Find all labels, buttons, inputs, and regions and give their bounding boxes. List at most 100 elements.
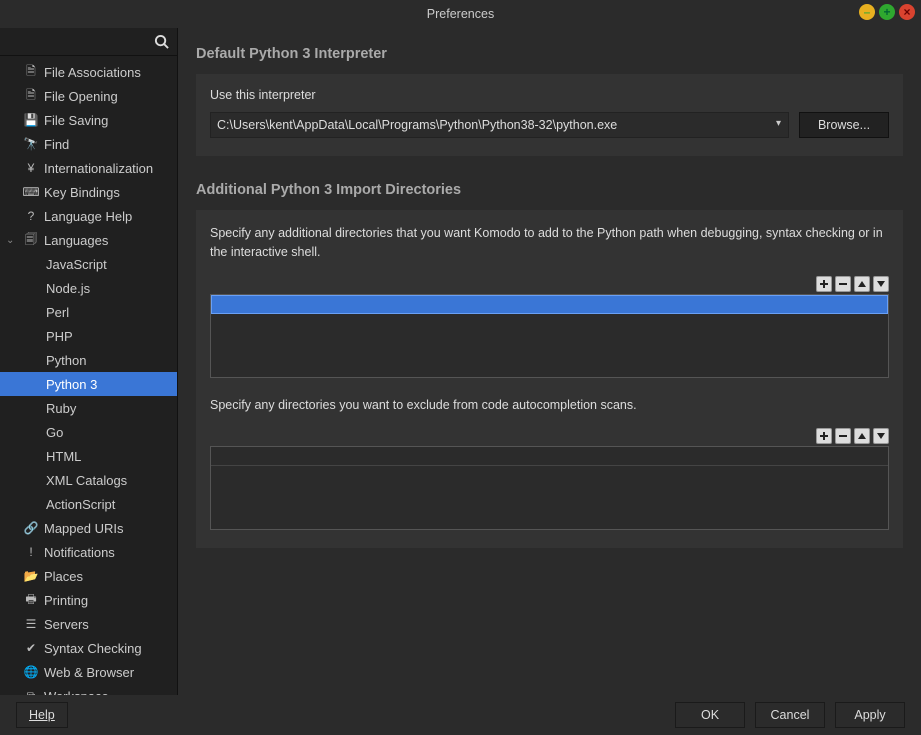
sidebar-item-html[interactable]: HTML (0, 444, 177, 468)
sidebar-item-ruby[interactable]: Ruby (0, 396, 177, 420)
check-icon: ✔ (24, 641, 38, 655)
sidebar-item-label: File Associations (44, 65, 141, 80)
include-add-button[interactable] (816, 276, 832, 292)
sidebar-item-label: Notifications (44, 545, 115, 560)
sidebar-item-node-js[interactable]: Node.js (0, 276, 177, 300)
content-pane: Default Python 3 Interpreter Use this in… (178, 28, 921, 695)
sidebar-item-javascript[interactable]: JavaScript (0, 252, 177, 276)
sidebar-item-workspace[interactable]: ⧉Workspace (0, 684, 177, 695)
sidebar-item-python[interactable]: Python (0, 348, 177, 372)
interpreter-row: ▾ Browse... (210, 112, 889, 138)
include-toolbar (210, 276, 889, 292)
binoculars-icon: 🔭 (24, 137, 38, 151)
dirs-panel: Specify any additional directories that … (196, 210, 903, 548)
sidebar-item-go[interactable]: Go (0, 420, 177, 444)
list-row-selected[interactable] (211, 295, 888, 314)
sidebar-item-label: Languages (44, 233, 108, 248)
sidebar-item-php[interactable]: PHP (0, 324, 177, 348)
question-icon: ? (24, 209, 38, 223)
sidebar-item-web-browser[interactable]: 🌐 Web & Browser (0, 660, 177, 684)
interpreter-label: Use this interpreter (210, 88, 889, 102)
list-row[interactable] (211, 447, 888, 466)
include-desc: Specify any additional directories that … (210, 224, 889, 262)
sidebar-item-notifications[interactable]: ! Notifications (0, 540, 177, 564)
exclude-desc: Specify any directories you want to excl… (210, 396, 889, 415)
sidebar-item-mapped-uris[interactable]: 🔗 Mapped URIs (0, 516, 177, 540)
sidebar-item-label: Python 3 (46, 377, 97, 392)
sidebar-item-perl[interactable]: Perl (0, 300, 177, 324)
ok-button[interactable]: OK (675, 702, 745, 728)
sidebar-item-actionscript[interactable]: ActionScript (0, 492, 177, 516)
titlebar: Preferences – + × (0, 0, 921, 28)
expand-caret-icon: ⌄ (6, 235, 14, 246)
sidebar-item-places[interactable]: 📂Places (0, 564, 177, 588)
languages-icon: 🗐 (24, 230, 38, 251)
sidebar-item-label: Printing (44, 593, 88, 608)
sidebar-item-label: Web & Browser (44, 665, 134, 680)
sidebar-item-label: Places (44, 569, 83, 584)
sidebar-item-label: JavaScript (46, 257, 107, 272)
maximize-button[interactable]: + (879, 4, 895, 20)
file-assoc-icon: 🗎 (24, 62, 38, 83)
sidebar-item-file-opening[interactable]: 🗎 File Opening (0, 84, 177, 108)
sidebar-search[interactable] (0, 28, 177, 56)
sidebar-item-languages[interactable]: ⌄ 🗐 Languages (0, 228, 177, 252)
sidebar-item-label: File Opening (44, 89, 118, 104)
include-down-button[interactable] (873, 276, 889, 292)
browse-button[interactable]: Browse... (799, 112, 889, 138)
sidebar-item-label: XML Catalogs (46, 473, 127, 488)
exclude-down-button[interactable] (873, 428, 889, 444)
alert-icon: ! (24, 545, 38, 559)
exclude-dirs-list[interactable] (210, 446, 889, 530)
sidebar-item-label: Go (46, 425, 63, 440)
interpreter-panel: Use this interpreter ▾ Browse... (196, 74, 903, 156)
sidebar-item-servers[interactable]: ☰ Servers (0, 612, 177, 636)
sidebar-item-key-bindings[interactable]: ⌨ Key Bindings (0, 180, 177, 204)
sidebar-item-find[interactable]: 🔭 Find (0, 132, 177, 156)
minimize-button[interactable]: – (859, 4, 875, 20)
sidebar-item-label: Internationalization (44, 161, 153, 176)
sidebar-item-language-help[interactable]: ?Language Help (0, 204, 177, 228)
link-icon: 🔗 (24, 521, 38, 535)
printer-icon: 🖶 (24, 590, 38, 611)
cancel-button[interactable]: Cancel (755, 702, 825, 728)
exclude-remove-button[interactable] (835, 428, 851, 444)
sidebar-item-label: Mapped URIs (44, 521, 123, 536)
search-icon (154, 34, 169, 49)
interpreter-combo[interactable]: ▾ (210, 112, 789, 138)
sidebar-item-label: Key Bindings (44, 185, 120, 200)
file-open-icon: 🗎 (24, 86, 38, 107)
sidebar-item-xml-catalogs[interactable]: XML Catalogs (0, 468, 177, 492)
sidebar-item-label: Servers (44, 617, 89, 632)
apply-button[interactable]: Apply (835, 702, 905, 728)
sidebar-item-file-associations[interactable]: 🗎 File Associations (0, 60, 177, 84)
help-button[interactable]: Help (16, 702, 68, 728)
globe-icon: 🌐 (24, 665, 38, 679)
close-button[interactable]: × (899, 4, 915, 20)
interpreter-heading: Default Python 3 Interpreter (196, 46, 903, 62)
servers-icon: ☰ (24, 617, 38, 631)
window-title: Preferences (427, 7, 494, 21)
sidebar-item-file-saving[interactable]: 💾File Saving (0, 108, 177, 132)
sidebar-item-printing[interactable]: 🖶 Printing (0, 588, 177, 612)
sidebar-item-syntax-checking[interactable]: ✔ Syntax Checking (0, 636, 177, 660)
sidebar-item-label: Ruby (46, 401, 76, 416)
sidebar-item-label: HTML (46, 449, 81, 464)
sidebar-item-label: PHP (46, 329, 73, 344)
include-dirs-list[interactable] (210, 294, 889, 378)
sidebar-item-python-3[interactable]: Python 3 (0, 372, 177, 396)
save-icon: 💾 (24, 113, 38, 127)
category-tree[interactable]: 🗎 File Associations 🗎 File Opening 💾File Sav… (0, 56, 177, 695)
preferences-window: Preferences – + × 🗎 File Associations 🗎 Fil… (0, 0, 921, 735)
include-remove-button[interactable] (835, 276, 851, 292)
exclude-up-button[interactable] (854, 428, 870, 444)
include-up-button[interactable] (854, 276, 870, 292)
interpreter-input[interactable] (210, 112, 789, 138)
sidebar-item-internationalization[interactable]: ¥Internationalization (0, 156, 177, 180)
sidebar-item-label: Find (44, 137, 69, 152)
sidebar-item-label: Syntax Checking (44, 641, 142, 656)
sidebar: 🗎 File Associations 🗎 File Opening 💾File Sav… (0, 28, 178, 695)
exclude-add-button[interactable] (816, 428, 832, 444)
keyboard-icon: ⌨ (24, 185, 38, 199)
body: 🗎 File Associations 🗎 File Opening 💾File Sav… (0, 28, 921, 695)
